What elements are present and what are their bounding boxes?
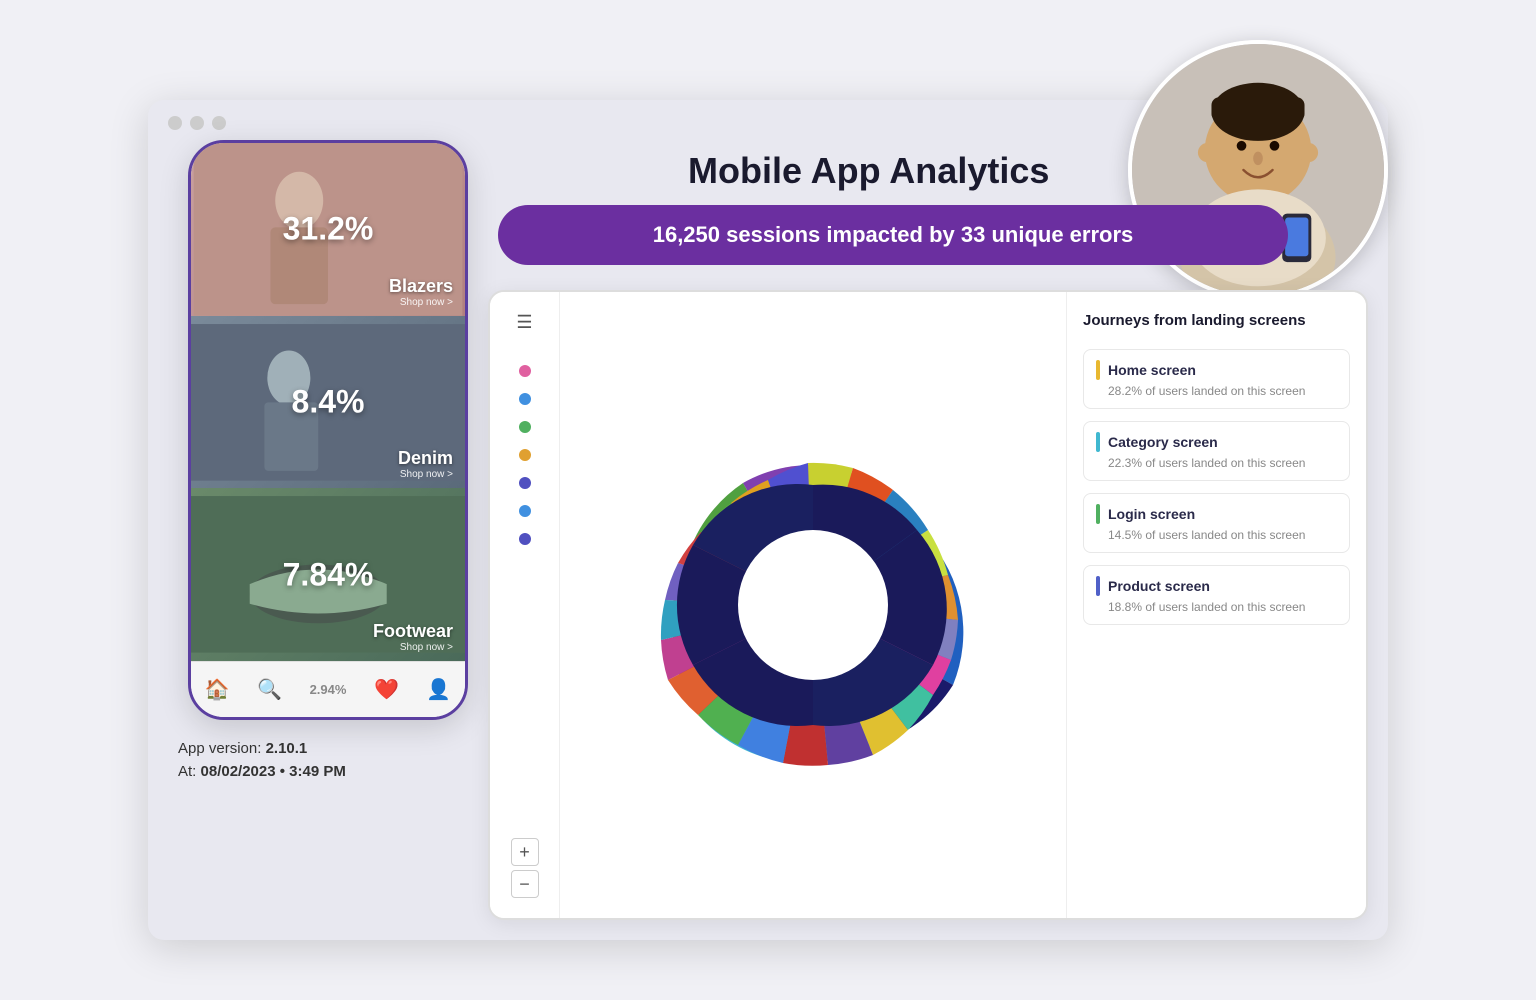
analytics-sidebar: ☰ + − — [490, 292, 560, 918]
journey-color-login — [1096, 504, 1100, 524]
legend-dot-2 — [519, 421, 531, 433]
legend-dot-5 — [519, 505, 531, 517]
app-version-line: App version: 2.10.1 — [178, 740, 346, 757]
phone-card-footwear: 7.84% Footwear Shop now > — [191, 488, 465, 661]
legend-dot-4 — [519, 477, 531, 489]
app-version-label: App version: — [178, 740, 261, 757]
denim-percent: 8.4% — [292, 384, 365, 421]
browser-dots — [168, 116, 226, 130]
phone-card-blazers: 31.2% Blazers Shop now > — [191, 143, 465, 316]
phone-nav: 🏠 🔍 2.94% ❤️ 👤 — [191, 661, 465, 717]
highlight-banner: 16,250 sessions impacted by 33 unique er… — [498, 205, 1288, 265]
journey-name-2: Login screen — [1108, 506, 1195, 522]
datetime-line: At: 08/02/2023 • 3:49 PM — [178, 763, 346, 780]
footwear-percent: 7.84% — [283, 556, 374, 593]
app-version-value: 2.10.1 — [266, 740, 308, 757]
legend-dot-6 — [519, 533, 531, 545]
journey-color-product — [1096, 576, 1100, 596]
blazers-percent: 31.2% — [283, 211, 374, 248]
legend-dot-3 — [519, 449, 531, 461]
chart-area — [560, 292, 1066, 918]
zoom-controls: + − — [511, 838, 539, 898]
donut-chart — [643, 435, 983, 775]
journey-item-1: Category screen 22.3% of users landed on… — [1083, 421, 1350, 481]
menu-icon[interactable]: ☰ — [516, 312, 532, 333]
at-label: At: — [178, 763, 196, 780]
browser-dot-1 — [168, 116, 182, 130]
journey-item-0: Home screen 28.2% of users landed on thi… — [1083, 349, 1350, 409]
footwear-text: Footwear Shop now > — [373, 621, 453, 653]
nav-percent: 2.94% — [310, 682, 347, 697]
page-title: Mobile App Analytics — [688, 150, 1049, 192]
journey-name-1: Category screen — [1108, 434, 1218, 450]
journey-header-0: Home screen — [1096, 360, 1337, 380]
blazers-text: Blazers Shop now > — [389, 276, 453, 308]
journeys-panel: Journeys from landing screens Home scree… — [1066, 292, 1366, 918]
journey-desc-3: 18.8% of users landed on this screen — [1108, 600, 1337, 614]
profile-icon: 👤 — [426, 677, 451, 702]
banner-text: 16,250 sessions impacted by 33 unique er… — [653, 222, 1134, 248]
zoom-in-button[interactable]: + — [511, 838, 539, 866]
journey-header-1: Category screen — [1096, 432, 1337, 452]
journey-item-2: Login screen 14.5% of users landed on th… — [1083, 493, 1350, 553]
browser-dot-2 — [190, 116, 204, 130]
scene: Mobile App Analytics — [68, 40, 1468, 960]
journey-color-category — [1096, 432, 1100, 452]
datetime-value: 08/02/2023 • 3:49 PM — [201, 763, 346, 780]
journey-name-3: Product screen — [1108, 578, 1210, 594]
phone-mockup: 31.2% Blazers Shop now > 8.4% Denim Shop… — [188, 140, 468, 720]
zoom-out-button[interactable]: − — [511, 870, 539, 898]
heart-icon: ❤️ — [374, 677, 399, 702]
denim-text: Denim Shop now > — [398, 448, 453, 480]
phone-card-denim: 8.4% Denim Shop now > — [191, 316, 465, 489]
journey-desc-1: 22.3% of users landed on this screen — [1108, 456, 1337, 470]
legend-dot-0 — [519, 365, 531, 377]
home-icon: 🏠 — [205, 677, 230, 702]
journey-name-0: Home screen — [1108, 362, 1196, 378]
legend-dot-1 — [519, 393, 531, 405]
search-icon: 🔍 — [257, 677, 282, 702]
browser-dot-3 — [212, 116, 226, 130]
phone-info: App version: 2.10.1 At: 08/02/2023 • 3:4… — [178, 740, 346, 786]
journey-header-3: Product screen — [1096, 576, 1337, 596]
journey-desc-2: 14.5% of users landed on this screen — [1108, 528, 1337, 542]
journey-color-home — [1096, 360, 1100, 380]
journey-item-3: Product screen 18.8% of users landed on … — [1083, 565, 1350, 625]
journey-header-2: Login screen — [1096, 504, 1337, 524]
journey-desc-0: 28.2% of users landed on this screen — [1108, 384, 1337, 398]
analytics-card: ☰ + − — [488, 290, 1368, 920]
journeys-title: Journeys from landing screens — [1083, 312, 1350, 329]
